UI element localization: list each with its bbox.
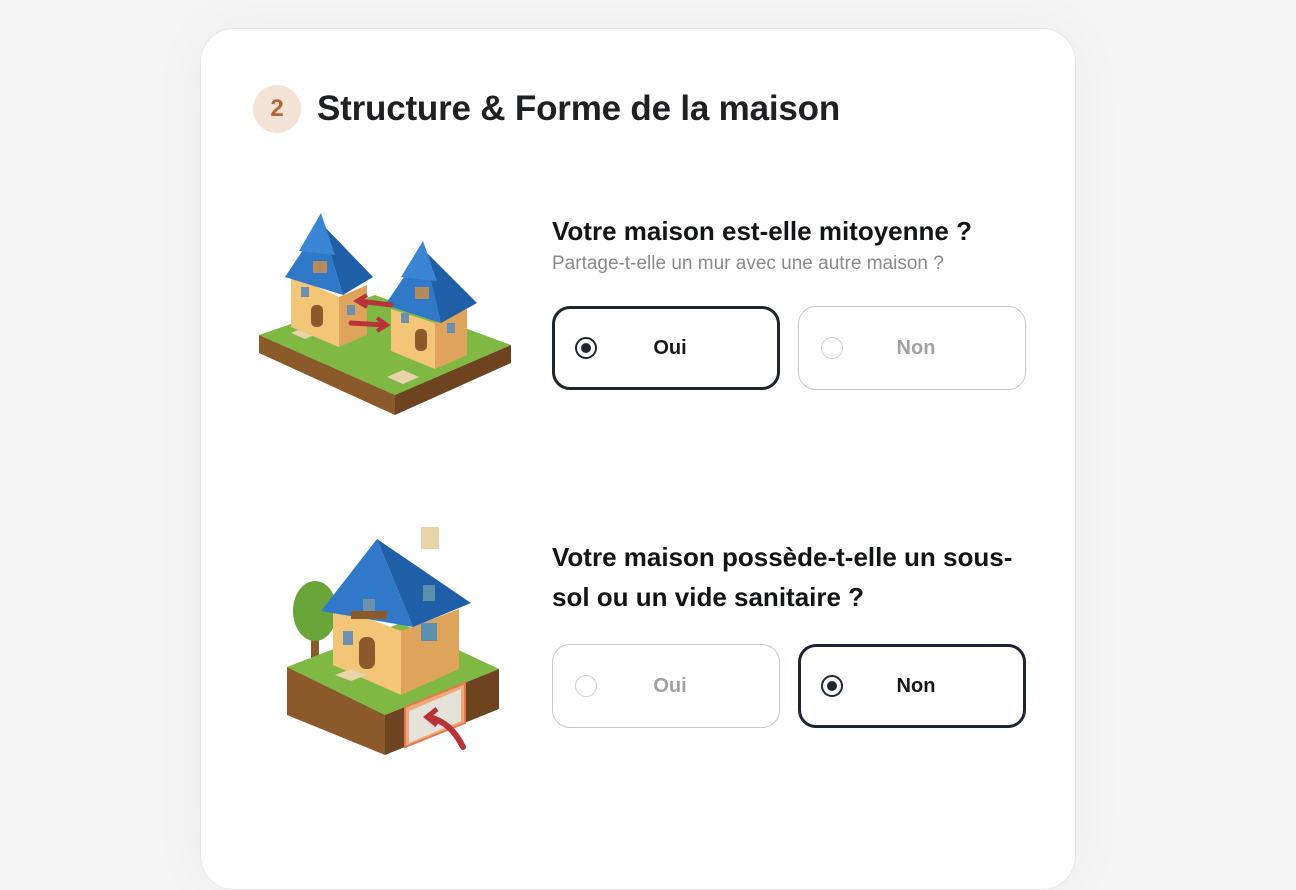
option-oui[interactable]: Oui [552,306,780,390]
option-non[interactable]: Non [798,306,1026,390]
question-text: Votre maison est-elle mitoyenne ? Partag… [552,211,972,275]
question-sous-sol: Votre maison possède-t-elle un sous- sol… [201,519,1075,779]
semi-detached-houses-illustration [259,213,511,415]
form-card: 2 Structure & Forme de la maison Votre m… [200,28,1076,890]
option-oui[interactable]: Oui [552,644,780,728]
question-title: Votre maison est-elle mitoyenne ? [552,216,972,246]
question-text: Votre maison possède-t-elle un sous- sol… [552,537,1052,617]
step-number-badge: 2 [253,85,301,133]
radio-unselected-icon[interactable] [821,337,843,359]
answer-options: Oui Non [552,644,1026,728]
radio-unselected-icon[interactable] [575,675,597,697]
answer-options: Oui Non [552,306,1026,390]
house-basement-illustration [287,527,499,755]
question-subtitle: Partage-t-elle un mur avec une autre mai… [552,253,944,274]
section-header: 2 Structure & Forme de la maison [253,85,840,133]
question-mitoyenne: Votre maison est-elle mitoyenne ? Partag… [201,199,1075,449]
radio-selected-icon[interactable] [821,675,843,697]
question-title-line-1: Votre maison possède-t-elle un sous- [552,542,1013,572]
option-non[interactable]: Non [798,644,1026,728]
radio-selected-icon[interactable] [575,337,597,359]
question-title-line-2: sol ou un vide sanitaire ? [552,582,865,612]
section-title: Structure & Forme de la maison [317,89,841,128]
